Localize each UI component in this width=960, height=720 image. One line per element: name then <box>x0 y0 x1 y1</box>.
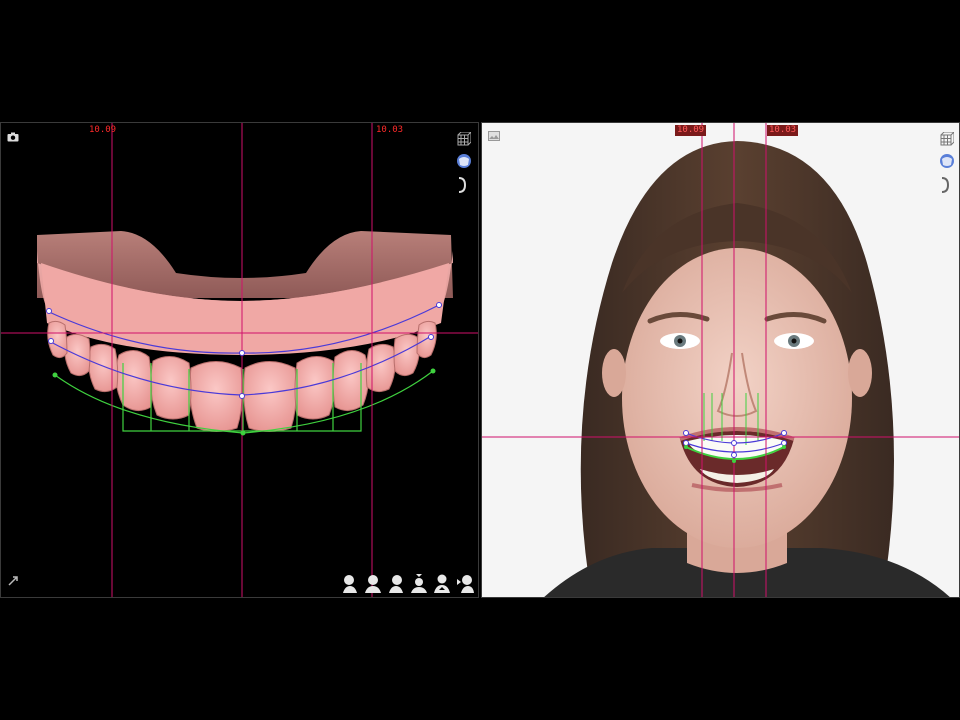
camera-icon[interactable] <box>5 129 21 145</box>
photo-measure-label-right: 10.03 <box>767 125 799 136</box>
tooth-model-icon[interactable] <box>939 153 955 169</box>
expand-arrow-icon[interactable] <box>5 573 21 589</box>
tooth-premolar1-left <box>88 343 119 393</box>
tooth-premolar1-right <box>365 343 396 393</box>
view-face-front-icon[interactable] <box>364 573 382 593</box>
tooth-central-left <box>189 361 243 432</box>
view-face-bottom-icon[interactable] <box>433 573 451 593</box>
measure-label-left: 10.09 <box>89 125 117 135</box>
tooth-model-icon[interactable] <box>456 153 472 169</box>
view-face-top-icon[interactable] <box>410 573 428 593</box>
model-viewport[interactable]: 10.09 10.03 <box>0 122 479 598</box>
image-icon[interactable] <box>486 128 502 144</box>
measure-label-right: 10.03 <box>376 125 404 135</box>
face <box>622 248 852 548</box>
view-face-profile-icon[interactable] <box>456 573 474 593</box>
photo-viewport[interactable]: 10.09 10.03 <box>481 122 960 598</box>
photo-measure-label-left: 10.09 <box>675 125 707 136</box>
tooth-central-right <box>243 361 297 432</box>
tooth-molar-right <box>416 320 437 359</box>
face-photo[interactable] <box>482 123 960 598</box>
view-face-left-icon[interactable] <box>341 573 359 593</box>
bracket-icon[interactable] <box>937 177 953 193</box>
tooth-lateral-left <box>150 356 192 420</box>
tooth-canine-right <box>332 350 369 411</box>
dental-model-scene[interactable] <box>1 123 479 598</box>
view-face-right-icon[interactable] <box>387 573 405 593</box>
cube-grid-icon[interactable] <box>939 131 955 147</box>
cube-grid-icon[interactable] <box>456 131 472 147</box>
bracket-icon[interactable] <box>454 177 470 193</box>
